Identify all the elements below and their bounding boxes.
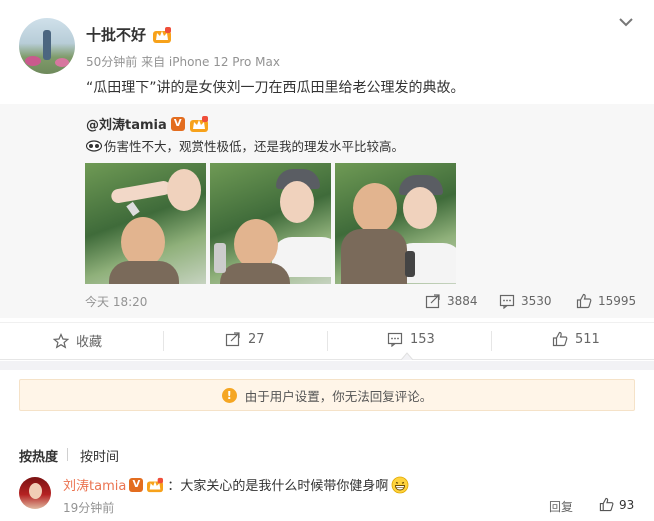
divider xyxy=(163,331,164,351)
repost-author-name[interactable]: @刘涛tamia xyxy=(86,114,167,133)
active-tab-indicator xyxy=(401,352,413,360)
repost-author[interactable]: @刘涛tamia V xyxy=(86,114,209,133)
thumbs-up-icon xyxy=(552,331,568,347)
share-icon xyxy=(225,332,240,347)
section-divider xyxy=(0,361,654,370)
like-button[interactable]: 511 xyxy=(552,331,600,347)
grin-emoji-icon xyxy=(391,476,409,493)
repost-share-count: 3884 xyxy=(447,294,478,308)
comment-icon xyxy=(387,332,403,347)
vip-crown-icon xyxy=(147,477,164,492)
like-count: 511 xyxy=(575,331,600,347)
post-meta: 50分钟前 来自 iPhone 12 Pro Max xyxy=(86,55,280,69)
reply-button[interactable]: 回复 xyxy=(549,498,573,515)
repost-photo-2[interactable] xyxy=(210,163,331,284)
comment-text: ：大家关心的是我什么时候带你健身啊 xyxy=(167,479,389,494)
verified-icon: V xyxy=(170,116,185,131)
commenter-avatar[interactable] xyxy=(19,477,51,509)
repost-like-stat[interactable]: 15995 xyxy=(576,293,636,309)
sort-by-time[interactable]: 按时间 xyxy=(80,446,119,465)
repost-photo-1[interactable] xyxy=(85,163,206,284)
repost-share-stat[interactable]: 3884 xyxy=(425,293,478,309)
favorite-label: 收藏 xyxy=(76,335,103,350)
author-name[interactable]: 十批不好 xyxy=(86,24,172,45)
share-button[interactable]: 27 xyxy=(225,331,265,347)
commenter-name[interactable]: 刘涛tamia xyxy=(63,475,126,494)
comment-count: 153 xyxy=(410,331,435,347)
vip-crown-icon xyxy=(189,115,208,132)
comment-like-count: 93 xyxy=(619,497,635,512)
reply-restricted-notice: ! 由于用户设置，你无法回复评论。 xyxy=(19,379,635,411)
comment-body: 刘涛tamia V ：大家关心的是我什么时候带你健身啊 xyxy=(63,475,409,494)
divider xyxy=(491,331,492,351)
notice-text: 由于用户设置，你无法回复评论。 xyxy=(244,388,433,404)
share-icon xyxy=(425,294,440,309)
repost-time[interactable]: 今天 18:20 xyxy=(85,293,147,310)
repost-text-content: 伤害性不大，观赏性极低，还是我的理发水平比较高。 xyxy=(104,139,405,154)
sort-divider xyxy=(67,448,68,461)
share-count: 27 xyxy=(248,331,265,347)
comment-time: 19分钟前 xyxy=(63,501,115,515)
verified-icon: V xyxy=(129,477,144,492)
warning-icon: ! xyxy=(221,387,237,403)
repost-comment-stat[interactable]: 3530 xyxy=(499,293,552,309)
star-icon xyxy=(53,332,69,349)
repost-text: 伤害性不大，观赏性极低，还是我的理发水平比较高。 xyxy=(86,136,404,155)
comment-button[interactable]: 153 xyxy=(387,331,435,347)
repost-comment-count: 3530 xyxy=(521,294,552,308)
comment-icon xyxy=(499,294,515,309)
sort-by-hot[interactable]: 按热度 xyxy=(19,446,58,465)
repost-like-count: 15995 xyxy=(598,294,637,308)
author-avatar[interactable] xyxy=(19,18,75,74)
thumbs-up-icon xyxy=(576,293,592,309)
favorite-button[interactable]: 收藏 xyxy=(53,331,102,350)
smirk-emoji-icon xyxy=(86,139,102,152)
comment-like-button[interactable]: 93 xyxy=(599,497,634,512)
vip-crown-icon xyxy=(153,26,172,43)
repost-photo-3[interactable] xyxy=(335,163,456,284)
chevron-down-icon[interactable] xyxy=(618,16,634,28)
author-name-text[interactable]: 十批不好 xyxy=(86,24,146,45)
thumbs-up-icon xyxy=(599,497,614,512)
divider xyxy=(327,331,328,351)
post-text: “瓜田理下”讲的是女侠刘一刀在西瓜田里给老公理发的典故。 xyxy=(86,80,465,96)
